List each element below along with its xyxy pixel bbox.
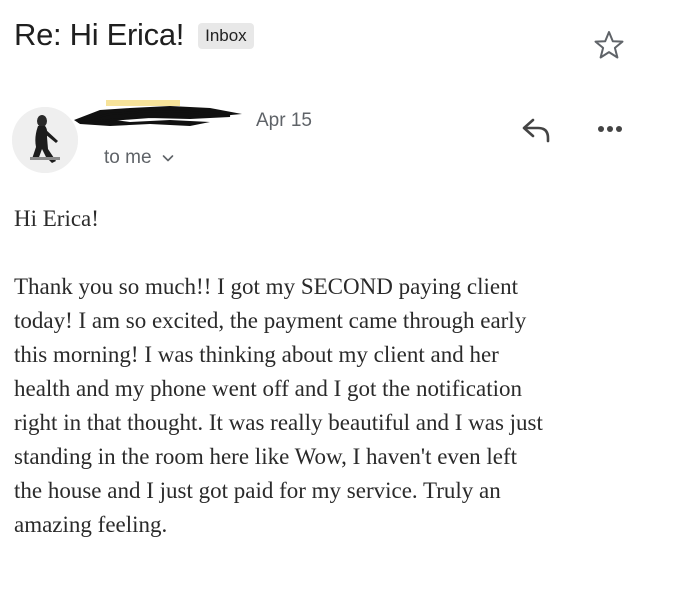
email-subject: Re: Hi Erica! [14, 17, 185, 52]
body-line: amazing feeling. [14, 512, 168, 537]
chevron-down-icon [162, 155, 173, 162]
recipient-toggle[interactable]: to me [104, 147, 174, 169]
sender-avatar[interactable] [12, 107, 78, 173]
body-line: the house and I just got paid for my ser… [14, 478, 501, 503]
reply-icon[interactable] [520, 114, 554, 144]
star-icon[interactable] [592, 28, 626, 62]
body-line: Thank you so much!! I got my SECOND payi… [14, 274, 519, 299]
body-line: this morning! I was thinking about my cl… [14, 342, 499, 367]
body-line: standing in the room here like Wow, I ha… [14, 444, 518, 469]
body-line: today! I am so excited, the payment came… [14, 308, 527, 333]
email-greeting: Hi Erica! [14, 206, 99, 231]
inbox-label-chip[interactable]: Inbox [198, 23, 254, 49]
email-header: Re: Hi Erica! Inbox [14, 14, 254, 56]
email-body: Hi Erica! Thank you so much!! I got my S… [14, 200, 644, 542]
more-options-icon[interactable] [595, 119, 625, 139]
redacted-sender-name [74, 100, 242, 126]
body-line: health and my phone went off and I got t… [14, 376, 522, 401]
body-line: right in that thought. It was really bea… [14, 410, 543, 435]
email-date: Apr 15 [256, 110, 312, 131]
recipient-label: to me [104, 147, 152, 168]
email-paragraph: Thank you so much!! I got my SECOND payi… [14, 270, 644, 542]
